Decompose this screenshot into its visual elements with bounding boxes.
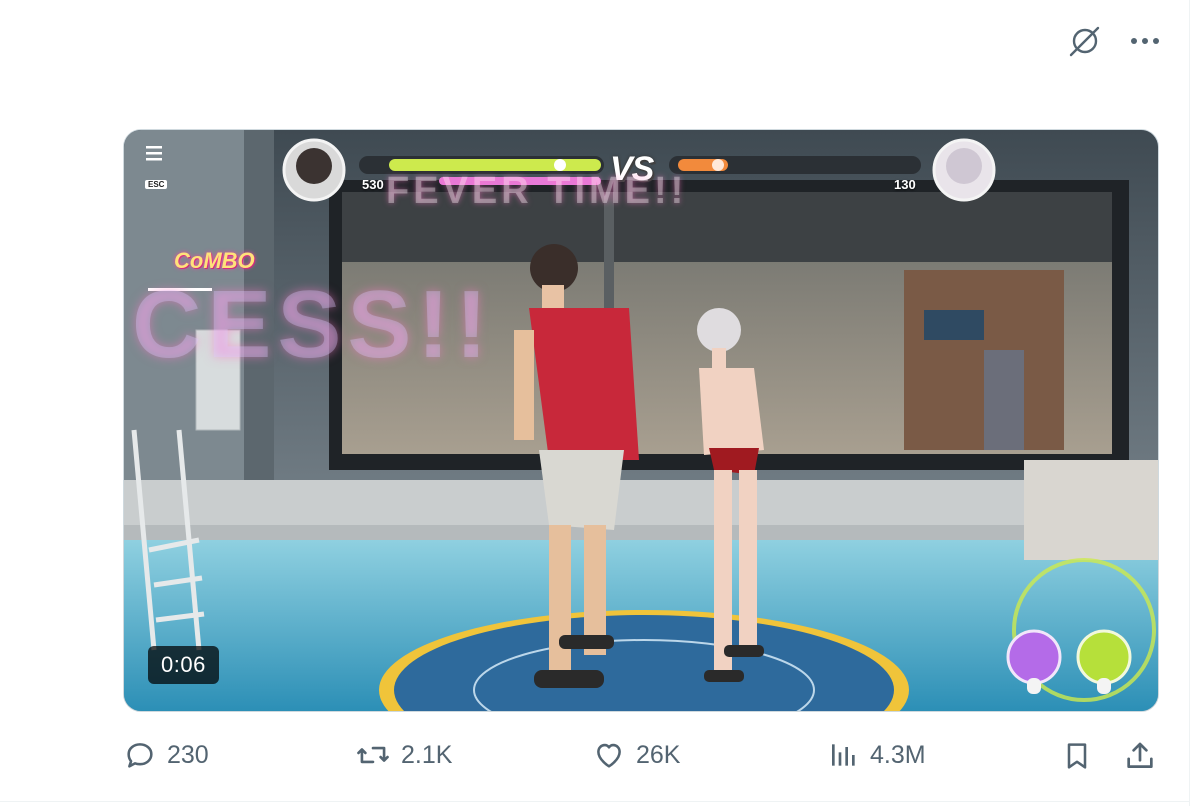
bookmark-button[interactable] (1061, 738, 1093, 774)
reply-count: 230 (167, 740, 209, 769)
fever-text: FEVER TIME!! (386, 170, 688, 212)
views-chart-icon (832, 744, 855, 766)
left-score: 530 (362, 177, 384, 192)
success-text: CESS!! (132, 271, 494, 378)
more-dots-icon (1131, 38, 1159, 44)
repost-count: 2.1K (401, 740, 453, 769)
share-upload-icon (1127, 742, 1153, 768)
bookmark-icon (1067, 743, 1087, 769)
reply-icon (127, 743, 153, 768)
combo-text: CoMBO (174, 248, 255, 273)
more-button[interactable] (1126, 22, 1164, 60)
post-divider (0, 801, 1190, 802)
reply-button[interactable]: 230 (123, 738, 209, 772)
post-header-actions (1066, 22, 1164, 60)
video-timer: 0:06 (148, 646, 219, 684)
like-count: 26K (636, 740, 681, 769)
views-count: 4.3M (870, 740, 926, 769)
menu-esc-hint: ESC (145, 180, 168, 189)
video-frame (124, 130, 1158, 711)
share-button[interactable] (1123, 738, 1157, 774)
heart-icon (597, 743, 621, 768)
like-button[interactable]: 26K (592, 738, 680, 772)
repost-button[interactable]: 2.1K (355, 738, 452, 772)
post-action-bar: 230 2.1K 26K 4.3M (0, 738, 1190, 778)
video-player[interactable]: ESC 530 130 VS FEVER TIME!! CESS!! CoMBO… (123, 129, 1159, 712)
repost-icon (357, 746, 389, 764)
column-divider (1189, 0, 1190, 806)
grok-slash-icon (1069, 26, 1100, 57)
right-score: 130 (894, 177, 916, 192)
grok-button[interactable] (1066, 22, 1104, 60)
views-button[interactable]: 4.3M (828, 738, 926, 772)
